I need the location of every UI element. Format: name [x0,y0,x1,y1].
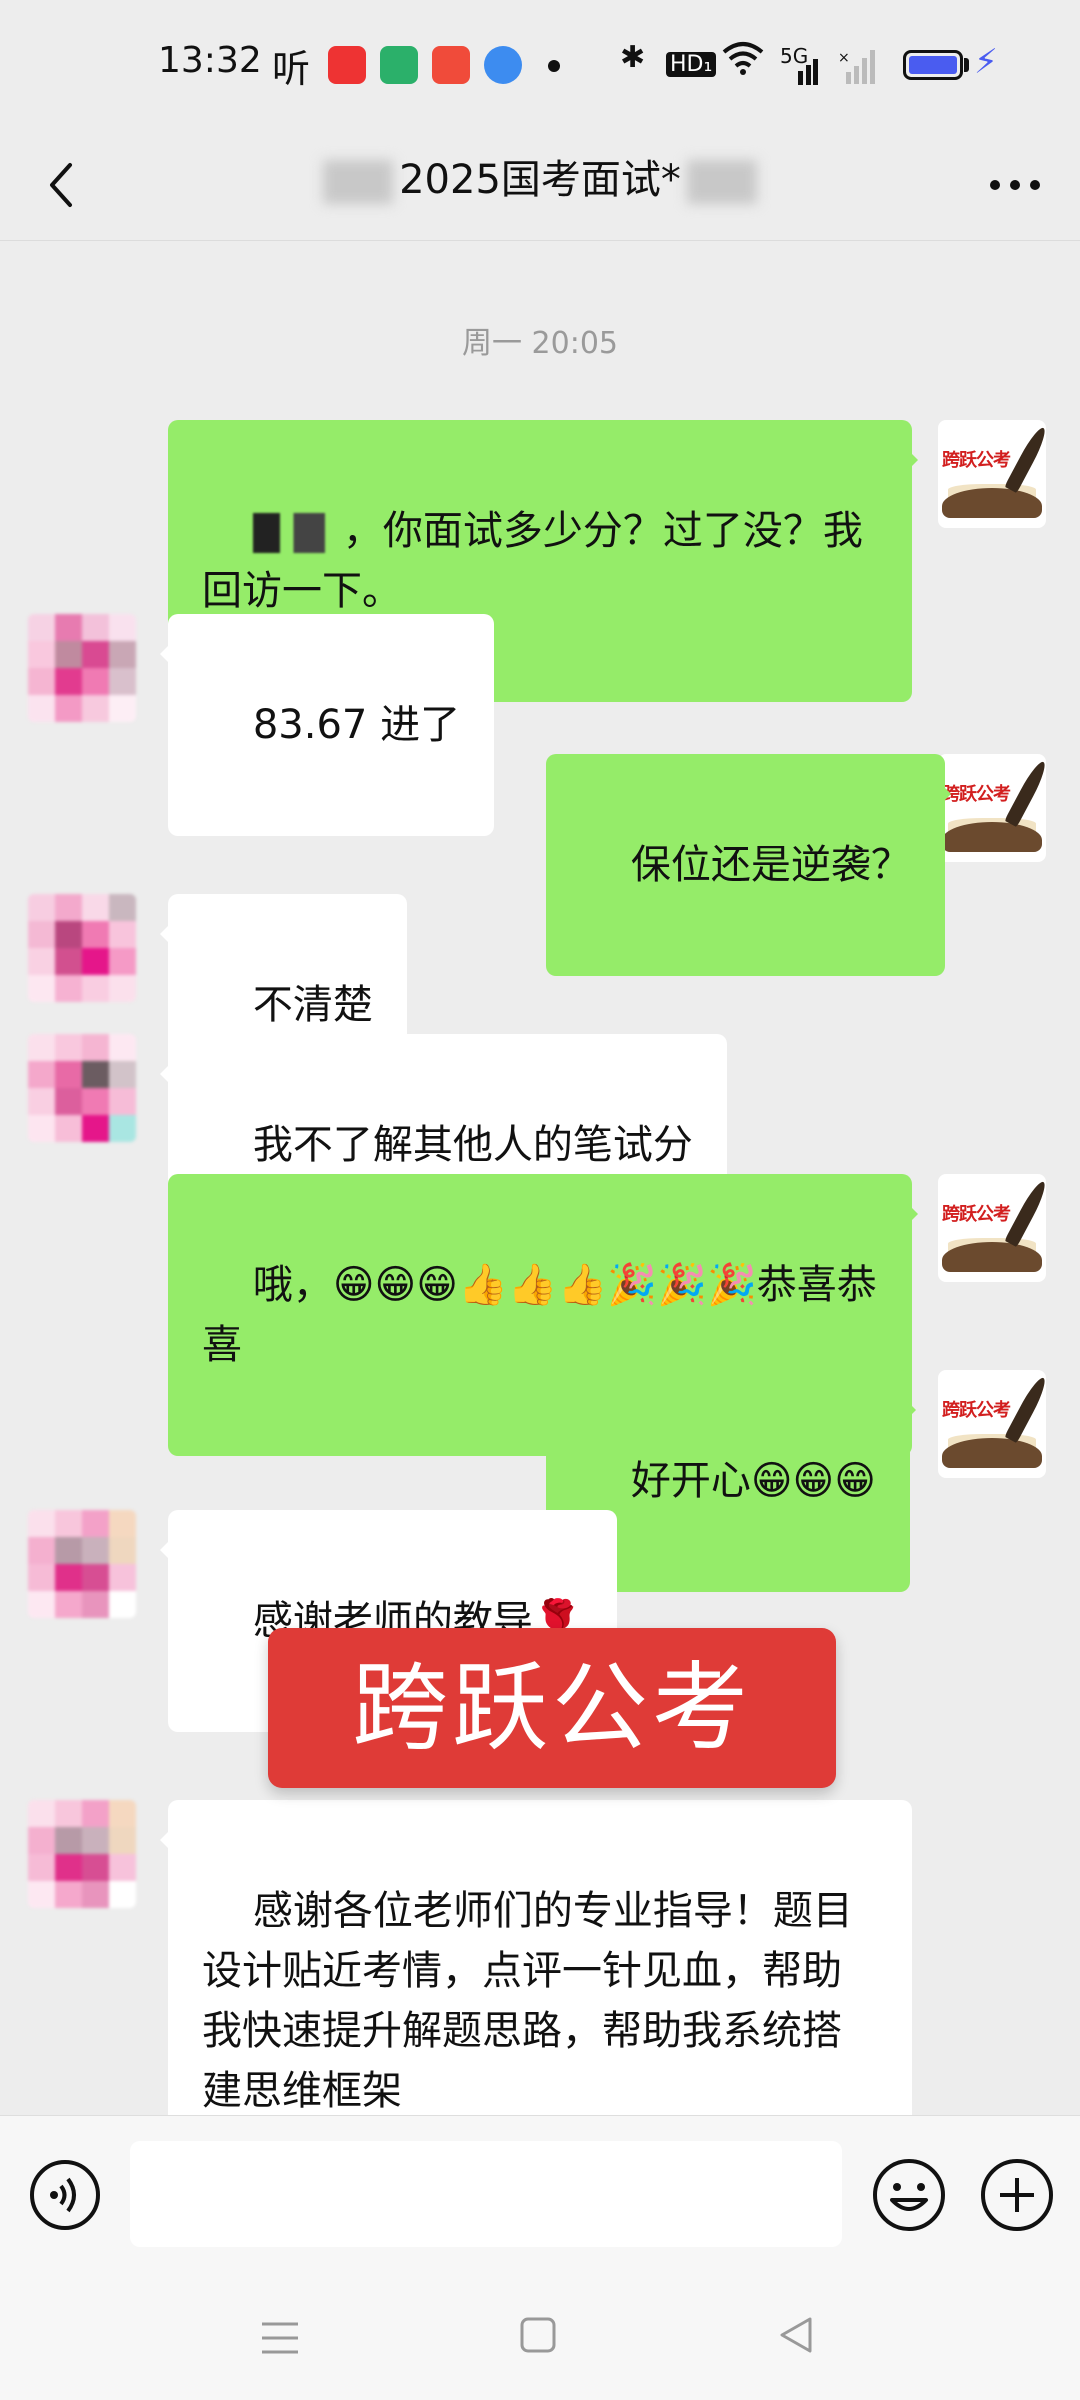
my-avatar[interactable]: 跨跃公考 [938,420,1046,528]
message-text: 保位还是逆袭？ [630,842,911,888]
avatar-label: 跨跃公考 [942,450,1011,471]
signal-1-icon [782,58,818,93]
my-avatar[interactable]: 跨跃公考 [938,1370,1046,1478]
bluetooth-icon: ✱ [620,40,646,75]
listen-icon: 听 [272,47,311,91]
map-app-icon [484,46,522,84]
chat-area[interactable]: 周一 20:05 跨跃公考 ，你面试多少分？过了没？我回访一下。 83.67 进… [0,240,1080,2202]
contact-avatar[interactable] [28,1800,136,1908]
system-nav-bar [0,2275,1080,2400]
plus-icon[interactable] [978,2156,1056,2234]
wifi-icon [722,40,764,84]
nav-home-icon[interactable] [518,2315,558,2355]
more-icon[interactable] [985,165,1045,205]
hd-icon: HD₁ [666,52,717,77]
avatar-label: 跨跃公考 [942,1204,1011,1225]
message-text: 哦，😁😁😁👍👍👍🎉🎉🎉恭喜恭喜 [202,1262,877,1368]
chat-title-text: 2025国考面试* [399,157,681,203]
play-app-icon [432,46,470,84]
message-bubble[interactable]: 83.67 进了 [159,614,495,836]
charging-icon: ⚡ [974,42,998,82]
toutiao-app-icon [328,46,366,84]
contact-avatar[interactable] [28,614,136,722]
nav-menu-icon[interactable] [258,2320,302,2356]
video-app-icon [380,46,418,84]
input-bar [0,2115,1080,2276]
contact-avatar[interactable] [28,1510,136,1618]
message-text: 感谢各位老师们的专业指导！题目设计贴近考情，点评一针见血，帮助我快速提升解题思路… [202,1888,853,2114]
my-avatar[interactable]: 跨跃公考 [938,754,1046,862]
redacted-name [686,160,757,204]
emoji-icon[interactable] [870,2156,948,2234]
battery-icon [903,50,963,80]
redacted-name [323,160,394,204]
signal-2-icon: × [838,50,880,92]
voice-icon[interactable] [28,2158,102,2232]
message-text: 不清楚 [252,982,373,1028]
status-time: 13:32 [158,40,262,81]
message-text: 我不了解其他人的笔试分 [252,1122,693,1168]
redacted-text [252,513,343,553]
message-input[interactable] [130,2141,842,2247]
notification-dot-icon [548,60,560,72]
my-avatar[interactable]: 跨跃公考 [938,1174,1046,1282]
chat-header: 2025国考面试* [0,135,1080,241]
contact-avatar[interactable] [28,1034,136,1142]
message-timestamp: 周一 20:05 [462,326,618,361]
watermark-banner: 跨跃公考 [268,1628,836,1788]
avatar-label: 跨跃公考 [942,1400,1011,1421]
svg-text:×: × [838,50,850,66]
contact-avatar[interactable] [28,894,136,1002]
message-bubble[interactable]: 保位还是逆袭？ [546,754,951,976]
nav-back-icon[interactable] [776,2313,816,2357]
message-text: 好开心😁😁😁 [630,1458,876,1504]
message-text: 83.67 进了 [252,702,461,748]
battery-tip [964,58,969,72]
status-bar: 13:32 听 ✱ HD₁ 5G × ⚡ [0,0,1080,135]
chat-title: 2025国考面试* [0,147,1080,205]
